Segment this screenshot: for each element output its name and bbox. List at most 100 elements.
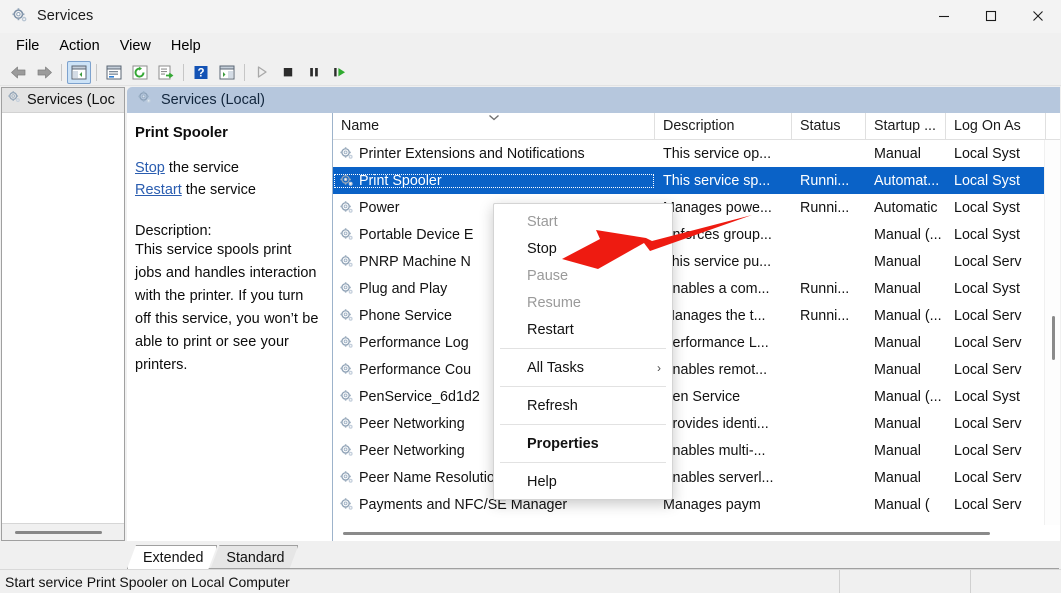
restart-service-icon[interactable] bbox=[328, 61, 352, 84]
console-tree-root[interactable]: Services (Loc bbox=[2, 88, 124, 113]
close-button[interactable] bbox=[1014, 0, 1061, 33]
tab-standard[interactable]: Standard bbox=[210, 545, 298, 569]
toolbar-separator bbox=[183, 64, 184, 81]
service-description-cell: Enables a com... bbox=[655, 281, 792, 297]
table-row[interactable]: PenService_6d1d2Pen ServiceManual (...Lo… bbox=[333, 383, 1060, 410]
service-logon-cell: Local Syst bbox=[946, 227, 1046, 243]
tab-extended[interactable]: Extended bbox=[127, 545, 217, 569]
menu-file[interactable]: File bbox=[6, 35, 49, 58]
service-status-cell: Runni... bbox=[792, 200, 866, 216]
menu-action[interactable]: Action bbox=[49, 35, 109, 58]
table-row[interactable]: Print SpoolerThis service sp...Runni...A… bbox=[333, 167, 1060, 194]
restart-service-link[interactable]: Restart bbox=[135, 182, 182, 198]
column-header-description[interactable]: Description bbox=[655, 113, 792, 139]
refresh-icon[interactable] bbox=[128, 61, 152, 84]
maximize-button[interactable] bbox=[967, 0, 1014, 33]
table-row[interactable]: Printer Extensions and NotificationsThis… bbox=[333, 140, 1060, 167]
service-name-label: Portable Device E bbox=[359, 227, 473, 243]
service-logon-cell: Local Serv bbox=[946, 443, 1046, 459]
service-name-cell: Printer Extensions and Notifications bbox=[333, 146, 655, 162]
context-menu-item-pause: Pause bbox=[494, 262, 672, 289]
services-gear-icon bbox=[137, 90, 153, 111]
column-header-startup[interactable]: Startup ... bbox=[866, 113, 946, 139]
status-pane-2 bbox=[840, 570, 971, 593]
list-vertical-scrollbar[interactable] bbox=[1044, 140, 1060, 525]
table-row[interactable]: Peer Name Resolution ProtocolEnables ser… bbox=[333, 464, 1060, 491]
list-horizontal-scroll-thumb[interactable] bbox=[343, 532, 990, 535]
context-menu-item-restart[interactable]: Restart bbox=[494, 316, 672, 343]
stop-service-icon[interactable] bbox=[276, 61, 300, 84]
detail-description-label: Description: bbox=[135, 223, 322, 239]
service-description-cell: Manages paym bbox=[655, 497, 792, 513]
table-row[interactable]: Payments and NFC/SE ManagerManages paymM… bbox=[333, 491, 1060, 518]
service-status-cell: Runni... bbox=[792, 281, 866, 297]
column-header-status[interactable]: Status bbox=[792, 113, 866, 139]
services-gear-icon bbox=[7, 90, 22, 110]
table-row[interactable]: Portable Device E Enforces group... Manual… bbox=[333, 221, 1060, 248]
service-description-cell: Enforces group... bbox=[655, 227, 792, 243]
context-menu-item-label: Resume bbox=[527, 295, 581, 311]
show-hide-console-tree-icon[interactable] bbox=[67, 61, 91, 84]
list-horizontal-scrollbar[interactable] bbox=[333, 525, 1060, 541]
table-row[interactable]: Peer NetworkingEnables multi-...ManualLo… bbox=[333, 437, 1060, 464]
results-pane-header-label: Services (Local) bbox=[161, 92, 265, 108]
forward-icon[interactable] bbox=[32, 61, 56, 84]
sort-indicator-desc-icon bbox=[488, 114, 499, 121]
submenu-chevron-right-icon: › bbox=[657, 361, 661, 375]
menu-bar: File Action View Help bbox=[0, 33, 1061, 59]
start-service-icon bbox=[250, 61, 274, 84]
tree-scroll-thumb[interactable] bbox=[15, 531, 102, 534]
pause-service-icon[interactable] bbox=[302, 61, 326, 84]
help-icon[interactable]: ? bbox=[189, 61, 213, 84]
list-vertical-scroll-thumb[interactable] bbox=[1052, 316, 1055, 360]
table-row[interactable]: Plug and PlayEnables a com...Runni...Man… bbox=[333, 275, 1060, 302]
back-icon[interactable] bbox=[6, 61, 30, 84]
export-list-icon[interactable] bbox=[154, 61, 178, 84]
context-menu-item-all-tasks[interactable]: All Tasks› bbox=[494, 354, 672, 381]
column-header-label: Status bbox=[800, 118, 841, 134]
service-startup-cell: Manual bbox=[866, 254, 946, 270]
toolbar-separator bbox=[61, 64, 62, 81]
table-row[interactable]: Performance CouEnables remot...ManualLoc… bbox=[333, 356, 1060, 383]
restart-service-suffix: the service bbox=[182, 182, 256, 198]
table-row[interactable]: PowerManages powe...Runni...AutomaticLoc… bbox=[333, 194, 1060, 221]
service-startup-cell: Manual (... bbox=[866, 308, 946, 324]
context-menu-item-start: Start bbox=[494, 208, 672, 235]
context-menu: Start StopPause Resume Restart All Tasks› Ref… bbox=[493, 203, 673, 500]
minimize-button[interactable] bbox=[920, 0, 967, 33]
context-menu-item-stop[interactable]: Stop bbox=[494, 235, 672, 262]
service-name-label: Power bbox=[359, 200, 400, 216]
service-description-cell: Manages the t... bbox=[655, 308, 792, 324]
properties-icon[interactable] bbox=[102, 61, 126, 84]
window-controls bbox=[920, 0, 1061, 33]
view-tabstrip: Extended Standard bbox=[0, 541, 1061, 569]
table-row[interactable]: PNRP Machine NThis service pu...ManualLo… bbox=[333, 248, 1060, 275]
service-name-label: PNRP Machine N bbox=[359, 254, 471, 270]
table-row[interactable]: Phone ServiceManages the t...Runni...Man… bbox=[333, 302, 1060, 329]
table-row[interactable]: Peer NetworkingProvides identi...ManualL… bbox=[333, 410, 1060, 437]
menu-view[interactable]: View bbox=[110, 35, 161, 58]
context-menu-item-help[interactable]: Help bbox=[494, 468, 672, 495]
menu-help[interactable]: Help bbox=[161, 35, 211, 58]
tree-horizontal-scrollbar[interactable] bbox=[2, 523, 124, 540]
column-header-name[interactable]: Name bbox=[333, 113, 655, 139]
table-row[interactable]: Performance LogPerformance L...ManualLoc… bbox=[333, 329, 1060, 356]
service-name-label: Peer Networking bbox=[359, 443, 465, 459]
services-list-header: NameDescription Status Startup ...Log On A… bbox=[333, 113, 1060, 140]
service-description-cell: Manages powe... bbox=[655, 200, 792, 216]
context-menu-item-properties[interactable]: Properties bbox=[494, 430, 672, 457]
console-tree-pane: Services (Loc bbox=[1, 87, 125, 541]
service-startup-cell: Manual (... bbox=[866, 227, 946, 243]
context-menu-item-refresh[interactable]: Refresh bbox=[494, 392, 672, 419]
service-startup-cell: Automat... bbox=[866, 173, 946, 189]
context-menu-separator bbox=[500, 424, 666, 425]
show-hide-action-pane-icon[interactable] bbox=[215, 61, 239, 84]
service-name-label: Performance Cou bbox=[359, 362, 471, 378]
title-bar: Services bbox=[0, 0, 1061, 33]
column-header-log-on-as[interactable]: Log On As bbox=[946, 113, 1046, 139]
service-startup-cell: Manual ( bbox=[866, 497, 946, 513]
service-name-label: Plug and Play bbox=[359, 281, 447, 297]
service-startup-cell: Manual bbox=[866, 335, 946, 351]
context-menu-item-label: Start bbox=[527, 214, 558, 230]
stop-service-link[interactable]: Stop bbox=[135, 160, 165, 176]
